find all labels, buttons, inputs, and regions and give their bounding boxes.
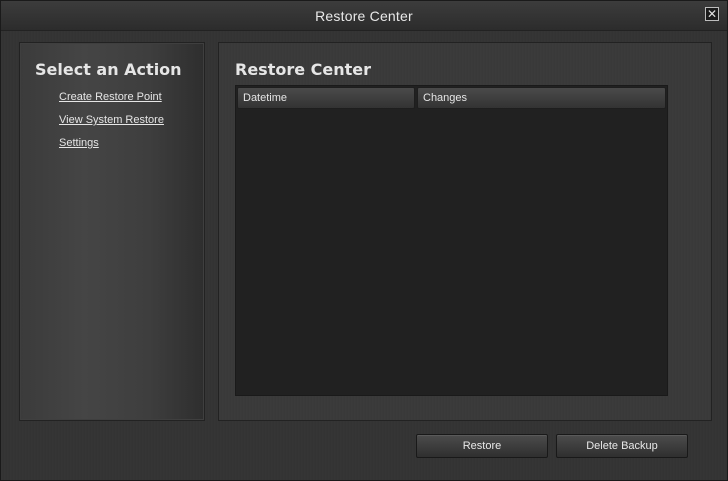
- close-icon[interactable]: ✕: [705, 7, 719, 21]
- sidebar-heading: Select an Action: [35, 60, 182, 79]
- restore-button[interactable]: Restore: [416, 434, 548, 458]
- column-header-changes[interactable]: Changes: [417, 87, 666, 109]
- restore-points-table[interactable]: Datetime Changes: [235, 85, 668, 396]
- title-bar[interactable]: Restore Center ✕: [1, 1, 727, 31]
- action-sidebar: Select an Action Create Restore Point Vi…: [19, 42, 205, 421]
- delete-backup-button[interactable]: Delete Backup: [556, 434, 688, 458]
- view-system-restore-link[interactable]: View System Restore: [59, 114, 164, 126]
- page-title: Restore Center: [235, 60, 372, 79]
- settings-link[interactable]: Settings: [59, 137, 99, 149]
- main-panel: Restore Center Datetime Changes: [218, 42, 712, 421]
- restore-center-window: Restore Center ✕ Select an Action Create…: [0, 0, 728, 481]
- create-restore-point-link[interactable]: Create Restore Point: [59, 91, 162, 103]
- column-header-datetime[interactable]: Datetime: [237, 87, 415, 109]
- window-title: Restore Center: [315, 8, 413, 24]
